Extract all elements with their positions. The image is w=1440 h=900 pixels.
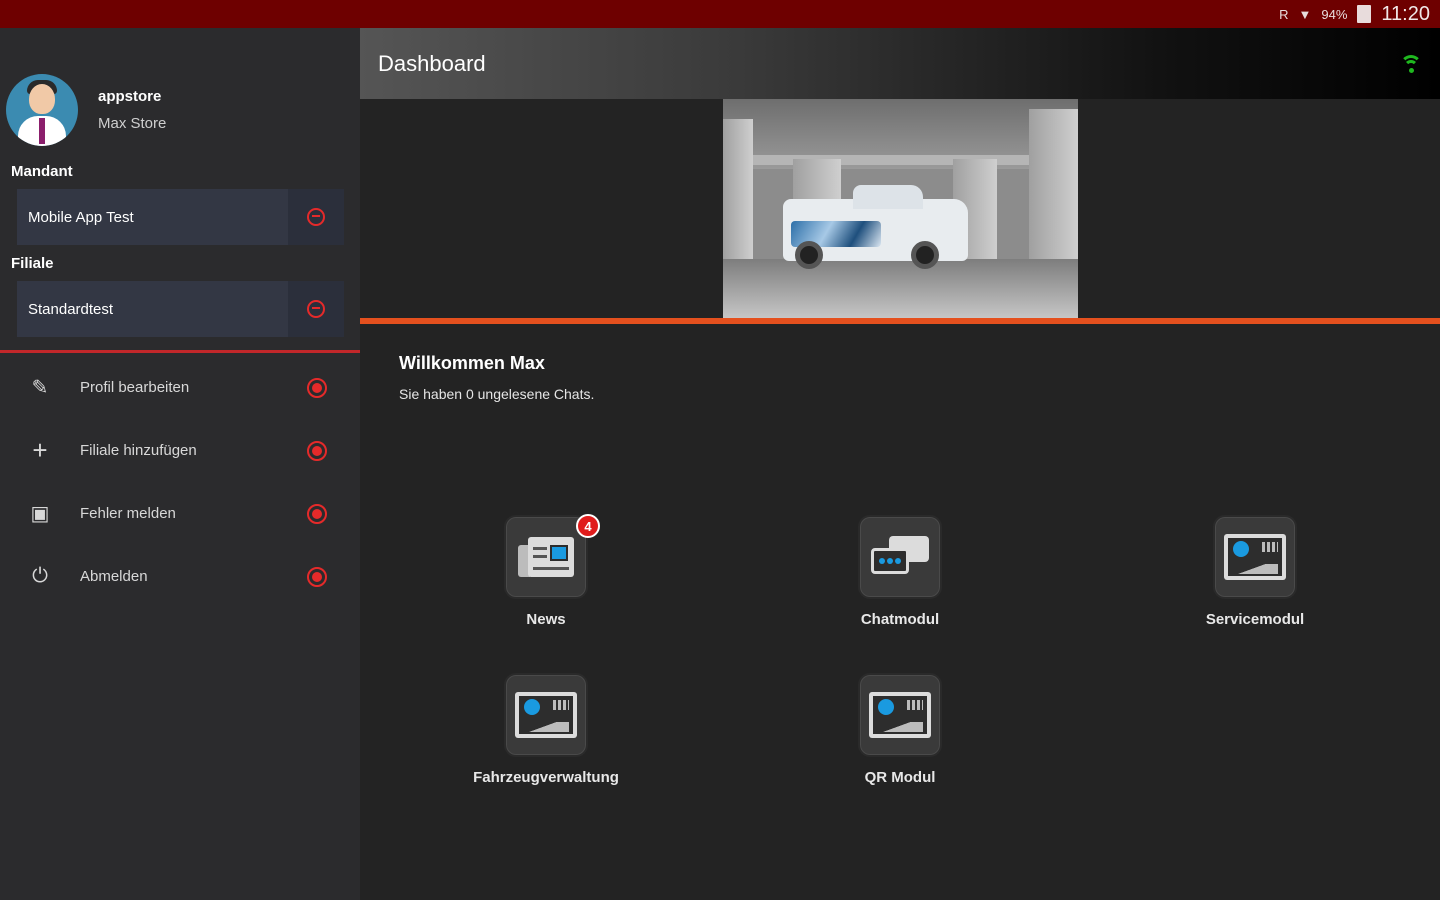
record-icon — [307, 503, 327, 524]
mandant-dropdown-button[interactable] — [288, 189, 344, 245]
wifi-status-icon: ▼ — [1298, 6, 1312, 22]
filiale-select[interactable]: Standardtest — [17, 281, 344, 337]
chat-icon — [871, 536, 929, 578]
status-bar: R ▼ 94% 11:20 — [0, 0, 1440, 28]
main-content: Dashboard Willkommen Max Sie haben 0 ung… — [360, 28, 1440, 900]
menu-item-filiale-hinzufuegen[interactable]: + Filiale hinzufügen — [0, 419, 360, 482]
menu-item-label: Profil bearbeiten — [80, 379, 190, 396]
mandant-select[interactable]: Mobile App Test — [17, 189, 344, 245]
circle-minus-icon — [307, 300, 325, 318]
filiale-label: Filiale — [11, 255, 54, 272]
record-icon — [307, 440, 327, 461]
page-title: Dashboard — [378, 50, 486, 76]
profile-store: Max Store — [98, 115, 167, 132]
stats-icon — [869, 692, 931, 738]
mandant-value: Mobile App Test — [28, 208, 134, 226]
power-icon: ⏻ — [32, 565, 48, 587]
battery-percent: 94% — [1321, 6, 1348, 22]
fahrzeugverwaltung-button[interactable] — [504, 673, 588, 757]
filiale-dropdown-button[interactable] — [288, 281, 344, 337]
menu-item-abmelden[interactable]: ⏻ Abmelden — [0, 545, 360, 608]
tile-label: QR Modul — [864, 769, 936, 786]
connection-wifi-icon — [1400, 54, 1422, 73]
tile-chatmodul[interactable]: Chatmodul — [810, 515, 990, 628]
app-bar: Dashboard — [360, 28, 1440, 99]
record-icon — [307, 377, 327, 398]
servicemodul-button[interactable] — [1213, 515, 1297, 599]
profile-name: appstore — [98, 88, 162, 105]
tile-servicemodul[interactable]: Servicemodul — [1165, 515, 1345, 628]
tile-label: Servicemodul — [1205, 611, 1305, 628]
welcome-subtitle: Sie haben 0 ungelesene Chats. — [399, 386, 595, 402]
mandant-label: Mandant — [11, 163, 73, 180]
tile-label: News — [526, 611, 566, 628]
tile-label: Chatmodul — [860, 611, 940, 628]
nfc-icon: R — [1279, 6, 1289, 22]
message-icon: ▣ — [30, 503, 50, 525]
qr-modul-button[interactable] — [858, 673, 942, 757]
news-button[interactable]: 4 — [504, 514, 600, 599]
welcome-title: Willkommen Max — [399, 353, 545, 373]
battery-icon — [1357, 5, 1372, 23]
news-icon — [518, 537, 574, 577]
record-icon — [307, 566, 327, 587]
user-profile: appstore Max Store — [6, 74, 166, 146]
chatmodul-button[interactable] — [858, 515, 942, 599]
tile-fahrzeugverwaltung[interactable]: Fahrzeugverwaltung — [456, 673, 636, 786]
tile-qr-modul[interactable]: QR Modul — [810, 673, 990, 786]
pencil-icon: ✎ — [31, 377, 49, 399]
tile-label: Fahrzeugverwaltung — [473, 769, 619, 786]
stats-icon — [1224, 534, 1286, 580]
avatar — [6, 74, 78, 146]
circle-minus-icon — [307, 208, 325, 226]
notification-badge: 4 — [576, 514, 600, 538]
menu-item-profil-bearbeiten[interactable]: ✎ Profil bearbeiten — [0, 356, 360, 419]
menu-item-label: Filiale hinzufügen — [80, 442, 197, 459]
menu-item-label: Abmelden — [80, 568, 148, 585]
drawer-divider — [0, 350, 360, 353]
clock: 11:20 — [1381, 2, 1430, 25]
tile-news[interactable]: 4 News — [456, 514, 636, 628]
navigation-drawer: appstore Max Store Mandant Mobile App Te… — [0, 28, 360, 900]
stats-icon — [515, 692, 577, 738]
header-divider — [360, 318, 1440, 324]
banner-image — [723, 99, 1078, 318]
plus-icon: + — [32, 435, 48, 465]
menu-item-label: Fehler melden — [80, 505, 176, 522]
filiale-value: Standardtest — [28, 300, 114, 318]
menu-item-fehler-melden[interactable]: ▣ Fehler melden — [0, 482, 360, 545]
